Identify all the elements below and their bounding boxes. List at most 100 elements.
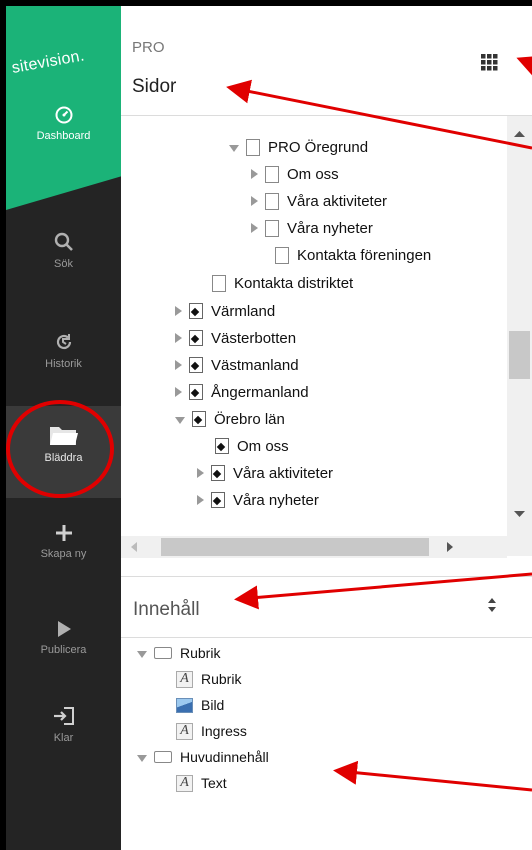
website-icon (189, 357, 203, 373)
tree-item[interactable]: Västmanland (175, 355, 299, 375)
website-icon (211, 465, 225, 481)
sidebar-item-create[interactable]: Skapa ny (6, 524, 121, 560)
sort-toggle-icon[interactable] (486, 597, 498, 613)
content-item-label: Rubrik (201, 671, 242, 687)
search-icon (54, 232, 73, 251)
expand-toggle[interactable] (251, 223, 258, 233)
scroll-thumb[interactable] (161, 538, 429, 556)
sidebar-item-history[interactable]: Historik (6, 332, 121, 370)
tree-item-label: Våra aktiviteter (287, 192, 388, 210)
tree-item[interactable]: Våra aktiviteter (197, 463, 333, 483)
expand-toggle[interactable] (175, 333, 182, 343)
scroll-down-arrow-icon[interactable] (507, 504, 532, 524)
tree-item[interactable]: Örebro län (175, 409, 285, 429)
text-module-icon: A (176, 722, 193, 740)
scroll-up-arrow-icon[interactable] (507, 124, 532, 144)
content-item[interactable]: A Text (176, 772, 227, 794)
tree-item[interactable]: Om oss (251, 164, 339, 184)
expand-toggle[interactable] (175, 416, 185, 424)
tree-item-label: Kontakta föreningen (297, 246, 432, 264)
tree-item[interactable]: Våra nyheter (197, 490, 319, 510)
plus-icon (55, 525, 72, 541)
tree-item[interactable]: Kontakta distriktet (212, 273, 353, 293)
page-icon (275, 246, 289, 264)
content-item[interactable]: Bild (176, 694, 224, 716)
image-module-icon (176, 697, 193, 713)
text-module-icon: A (176, 670, 193, 688)
sidebar-item-label: Historik (45, 358, 82, 370)
content-item-label: Bild (201, 697, 225, 713)
tree-horizontal-scrollbar[interactable] (121, 536, 507, 558)
tree-vertical-scrollbar[interactable] (507, 116, 532, 556)
website-icon (189, 303, 203, 319)
container-icon (154, 751, 172, 763)
website-icon (189, 330, 203, 346)
scroll-right-arrow-icon[interactable] (439, 536, 459, 558)
tree-item[interactable]: Ångermanland (175, 382, 309, 402)
tree-item-label: Örebro län (214, 410, 285, 428)
tree-item-label: PRO Öregrund (268, 138, 369, 156)
website-icon (215, 438, 229, 454)
tree-item-label: Om oss (287, 165, 339, 183)
page-icon (265, 192, 279, 210)
content-item[interactable]: A Rubrik (176, 668, 241, 690)
tree-item[interactable]: Om oss (215, 436, 289, 456)
expand-toggle[interactable] (197, 495, 204, 505)
tree-item[interactable]: Värmland (175, 301, 275, 321)
website-icon (192, 411, 206, 427)
expand-toggle[interactable] (197, 468, 204, 478)
tree-item[interactable]: Våra aktiviteter (251, 191, 387, 211)
website-icon (189, 384, 203, 400)
expand-toggle[interactable] (251, 169, 258, 179)
tree-item-label: Västmanland (211, 356, 299, 374)
page-icon (265, 165, 279, 183)
tree-item-label: Våra nyheter (287, 219, 373, 237)
grid-icon[interactable] (481, 54, 498, 71)
expand-toggle[interactable] (137, 650, 147, 658)
tree-item-label: Våra nyheter (233, 491, 319, 509)
page-title: Sidor (132, 76, 177, 97)
scroll-left-arrow-icon[interactable] (125, 536, 145, 558)
expand-toggle[interactable] (175, 306, 182, 316)
expand-toggle[interactable] (229, 144, 239, 152)
content-item[interactable]: Huvudinnehåll (137, 746, 269, 768)
sidebar-item-label: Publicera (40, 644, 87, 656)
content-item-label: Huvudinnehåll (180, 749, 269, 765)
sidebar-item-label: Klar (53, 732, 74, 744)
expand-toggle[interactable] (137, 754, 147, 762)
content-panel-title: Innehåll (133, 599, 200, 620)
panel-header: PRO Sidor (121, 6, 532, 116)
content-item-label: Rubrik (180, 645, 221, 661)
tree-item[interactable]: Kontakta föreningen (275, 245, 431, 265)
exit-icon (53, 707, 74, 725)
sidebar-item-search[interactable]: Sök (6, 232, 121, 270)
content-panel-header: Innehåll (121, 576, 532, 638)
dashboard-icon (55, 106, 72, 124)
page-icon (265, 219, 279, 237)
sidebar-item-label: Sök (54, 258, 73, 270)
text-module-icon: A (176, 774, 193, 792)
content-item[interactable]: A Ingress (176, 720, 247, 742)
site-context: PRO (132, 39, 165, 56)
expand-toggle[interactable] (175, 360, 182, 370)
sidebar-item-label: Bläddra (44, 452, 83, 464)
expand-toggle[interactable] (251, 196, 258, 206)
tree-item-label: Värmland (211, 302, 276, 320)
page-icon (212, 274, 226, 292)
scroll-thumb[interactable] (509, 331, 530, 379)
tree-item-label: Västerbotten (211, 329, 297, 347)
sidebar-item-publish[interactable]: Publicera (6, 620, 121, 656)
tree-item[interactable]: PRO Öregrund (229, 137, 368, 157)
expand-toggle[interactable] (175, 387, 182, 397)
tree-item[interactable]: Våra nyheter (251, 218, 373, 238)
content-item-label: Text (201, 775, 227, 791)
tree-item-label: Ångermanland (211, 383, 309, 401)
content-item[interactable]: Rubrik (137, 642, 220, 664)
tree-item[interactable]: Västerbotten (175, 328, 296, 348)
sidebar-item-done[interactable]: Klar (6, 706, 121, 744)
sidebar-item-label: Skapa ny (40, 548, 87, 560)
sidebar-item-dashboard[interactable]: Dashboard (6, 106, 121, 176)
page-icon (246, 138, 260, 156)
tree-item-label: Våra aktiviteter (233, 464, 334, 482)
sidebar-item-browse[interactable]: Bläddra (6, 406, 121, 498)
